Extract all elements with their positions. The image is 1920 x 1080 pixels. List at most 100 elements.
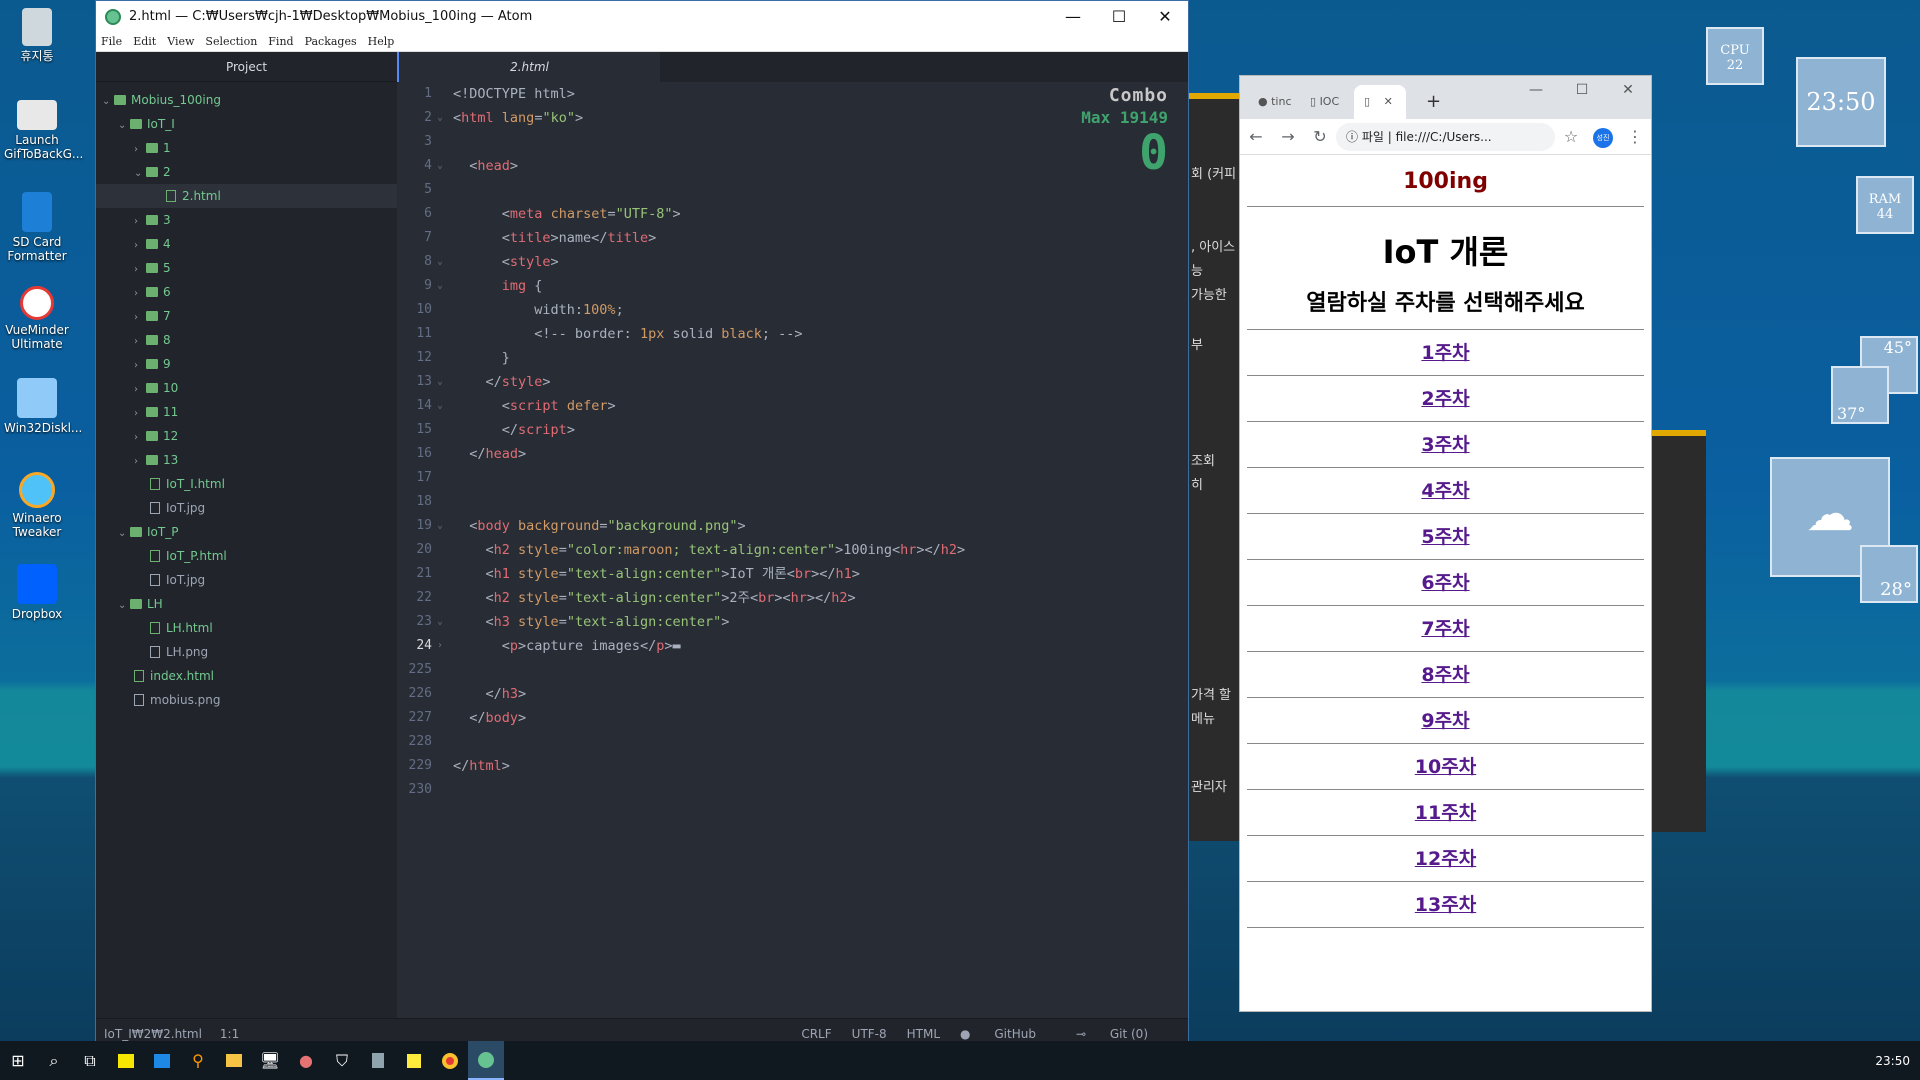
menu-kebab-icon[interactable]: ⋮ [1619, 127, 1651, 146]
minimize-button[interactable]: — [1513, 82, 1559, 98]
shield-icon[interactable]: ⛉ [324, 1041, 360, 1080]
tree-folder[interactable]: › 6 [96, 280, 397, 304]
address-bar[interactable]: ⓘ 파일 | file:///C:/Users... [1336, 122, 1555, 151]
week-link-7[interactable]: 7주차 [1247, 606, 1644, 652]
atom-titlebar[interactable]: 2.html — C:₩Users₩cjh-1₩Desktop₩Mobius_1… [96, 1, 1188, 32]
remote-desktop-icon[interactable]: 🖥 [252, 1041, 288, 1080]
week-link-9[interactable]: 9주차 [1247, 698, 1644, 744]
tree-folder[interactable]: › 1 [96, 136, 397, 160]
tree-folder[interactable]: ⌄ IoT_P [96, 520, 397, 544]
week-link-12[interactable]: 12주차 [1247, 836, 1644, 882]
tree-file[interactable]: IoT_P.html [96, 544, 397, 568]
chrome-tab[interactable]: ▯ IOC [1300, 85, 1352, 119]
fold-arrow-icon[interactable]: ⌄ [437, 274, 443, 298]
desktop-icon-dropbox[interactable]: Dropbox [4, 564, 70, 621]
fold-arrow-icon[interactable]: ⌄ [437, 106, 443, 130]
tree-folder[interactable]: › 3 [96, 208, 397, 232]
fold-arrow-icon[interactable]: ⌄ [437, 610, 443, 634]
profile-avatar[interactable]: 성진 [1587, 125, 1619, 148]
chrome-icon[interactable] [432, 1041, 468, 1080]
tree-folder[interactable]: › 10 [96, 376, 397, 400]
windows-start-icon[interactable]: ⊞ [0, 1041, 36, 1080]
tree-folder[interactable]: › 5 [96, 256, 397, 280]
atom-icon[interactable] [468, 1041, 504, 1080]
tree-file[interactable]: IoT.jpg [96, 568, 397, 592]
atom-window[interactable]: 2.html — C:₩Users₩cjh-1₩Desktop₩Mobius_1… [95, 0, 1189, 1050]
menu-find[interactable]: Find [263, 35, 299, 48]
taskbar-clock[interactable]: 23:50 [1875, 1054, 1920, 1068]
forward-icon[interactable]: → [1272, 127, 1304, 146]
status-github[interactable]: ● GitHub [960, 1027, 1056, 1041]
tree-folder[interactable]: › 9 [96, 352, 397, 376]
minimize-button[interactable]: — [1050, 7, 1096, 26]
app-icon[interactable]: ● [288, 1041, 324, 1080]
tree-folder[interactable]: › 11 [96, 400, 397, 424]
tree-folder[interactable]: ⌄ LH [96, 592, 397, 616]
chrome-tab[interactable]: ● tinc [1248, 85, 1298, 119]
menu-selection[interactable]: Selection [200, 35, 263, 48]
desktop-icon-sd-card-formatter[interactable]: SD Card Formatter [4, 192, 70, 263]
fold-arrow-icon[interactable]: ⌄ [437, 370, 443, 394]
tree-folder[interactable]: ⌄ 2 [96, 160, 397, 184]
tab-2-html[interactable]: 2.html [397, 52, 660, 82]
task-view-icon[interactable]: ⧉ [72, 1041, 108, 1080]
search-icon[interactable]: ⌕ [36, 1041, 72, 1080]
desktop-icon-vueminder[interactable]: VueMinder Ultimate [4, 286, 70, 351]
tree-folder[interactable]: ⌄ IoT_I [96, 112, 397, 136]
week-link-11[interactable]: 11주차 [1247, 790, 1644, 836]
menu-packages[interactable]: Packages [300, 35, 363, 48]
desktop-icon-recycle-bin[interactable]: 휴지통 [4, 8, 70, 63]
sticky-notes-icon[interactable] [396, 1041, 432, 1080]
bookmark-star-icon[interactable]: ☆ [1555, 127, 1587, 146]
status-cursor-position[interactable]: 1:1 [220, 1027, 239, 1041]
tree-folder[interactable]: › 4 [96, 232, 397, 256]
notepad-icon[interactable] [360, 1041, 396, 1080]
close-button[interactable]: ✕ [1605, 82, 1651, 98]
status-line-ending[interactable]: CRLF [801, 1027, 831, 1041]
week-link-3[interactable]: 3주차 [1247, 422, 1644, 468]
close-button[interactable]: ✕ [1142, 7, 1188, 26]
tree-file[interactable]: mobius.png [96, 688, 397, 712]
week-link-2[interactable]: 2주차 [1247, 376, 1644, 422]
desktop-icon-winaero-tweaker[interactable]: Winaero Tweaker [4, 472, 70, 539]
tree-folder[interactable]: › 8 [96, 328, 397, 352]
maximize-button[interactable]: ☐ [1096, 7, 1142, 26]
tree-file[interactable]: IoT_I.html [96, 472, 397, 496]
maximize-button[interactable]: ☐ [1559, 82, 1605, 98]
reload-icon[interactable]: ↻ [1304, 127, 1336, 146]
tree-file-selected[interactable]: 2.html [96, 184, 397, 208]
fold-arrow-icon[interactable]: › [437, 634, 443, 658]
tab-close-icon[interactable]: ✕ [1384, 95, 1393, 108]
tree-folder[interactable]: › 7 [96, 304, 397, 328]
chrome-window[interactable]: ● tinc ▯ IOC ▯ ✕ + — ☐ ✕ ← → ↻ ⓘ 파일 | fi… [1239, 75, 1652, 1012]
week-link-5[interactable]: 5주차 [1247, 514, 1644, 560]
kakaotalk-icon[interactable] [108, 1041, 144, 1080]
editor-pane[interactable]: 2.html Combo Max 19149 0 1 <!DOCTYPE html… [397, 52, 1188, 1018]
code-area[interactable]: 1 <!DOCTYPE html> 2 ⌄ <html lang="ko"> 3 4 ⌄… [397, 82, 1188, 1018]
search-app-icon[interactable]: ⚲ [180, 1041, 216, 1080]
chrome-tab-active[interactable]: ▯ ✕ [1354, 85, 1406, 119]
fold-arrow-icon[interactable]: ⌄ [437, 514, 443, 538]
menu-view[interactable]: View [162, 35, 200, 48]
week-link-13[interactable]: 13주차 [1247, 882, 1644, 928]
menu-file[interactable]: File [96, 35, 128, 48]
tree-folder-root[interactable]: ⌄ Mobius_100ing [96, 88, 397, 112]
week-link-4[interactable]: 4주차 [1247, 468, 1644, 514]
week-link-6[interactable]: 6주차 [1247, 560, 1644, 606]
week-link-8[interactable]: 8주차 [1247, 652, 1644, 698]
menu-edit[interactable]: Edit [128, 35, 162, 48]
desktop-icon-win32diskimager[interactable]: Win32Diskl... [4, 378, 82, 435]
fold-arrow-icon[interactable]: ⌄ [437, 394, 443, 418]
tree-file[interactable]: LH.png [96, 640, 397, 664]
tree-folder[interactable]: › 13 [96, 448, 397, 472]
tree-folder[interactable]: › 12 [96, 424, 397, 448]
status-encoding[interactable]: UTF-8 [852, 1027, 887, 1041]
new-tab-button[interactable]: + [1416, 85, 1441, 119]
status-grammar[interactable]: HTML [907, 1027, 940, 1041]
week-link-10[interactable]: 10주차 [1247, 744, 1644, 790]
back-icon[interactable]: ← [1240, 127, 1272, 146]
desktop-icon-launch-giftobackground[interactable]: Launch GifToBackG... [4, 100, 83, 161]
tree-file[interactable]: IoT.jpg [96, 496, 397, 520]
week-link-1[interactable]: 1주차 [1247, 330, 1644, 376]
status-git[interactable]: ⊸ Git (0) [1076, 1027, 1168, 1041]
